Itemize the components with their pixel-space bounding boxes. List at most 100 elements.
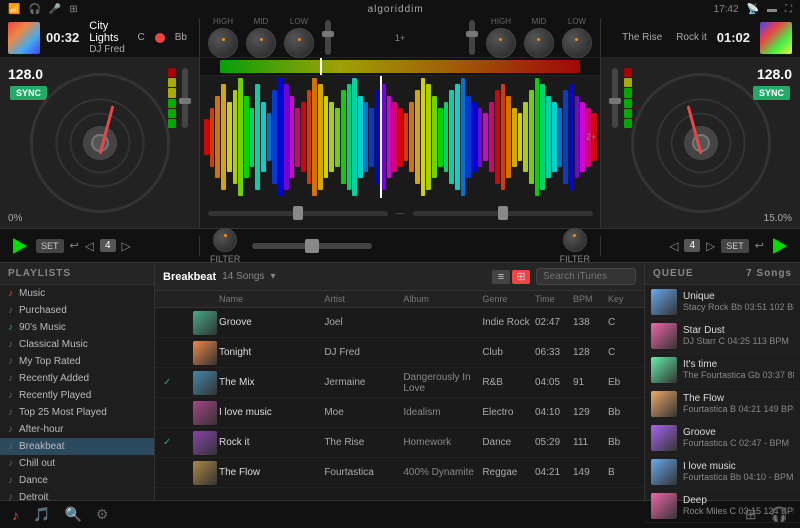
waveform-main[interactable]: // Generate waveform bars inline - will … [200,76,600,198]
tracklist-dropdown[interactable]: ▾ [270,271,275,282]
eq-mid-knob-left[interactable] [246,28,276,58]
eq-high-knob-right[interactable] [486,28,516,58]
queue-track-meta: Fourtastica C 02:47 - BPM [683,438,794,448]
crossfader[interactable] [252,243,372,249]
loop-num-left[interactable]: 4 [100,239,116,252]
track-key: Eb [608,377,636,388]
track-title: The Flow [219,467,324,478]
waveform-bar [307,90,312,184]
sidebar-item-breakbeat[interactable]: ♪ Breakbeat [0,438,154,455]
waveform-bar [352,78,357,196]
sidebar-item-recently-added[interactable]: ♪ Recently Added [0,370,154,387]
track-genre: Electro [482,407,535,418]
gain-slider-left[interactable] [182,68,188,128]
track-artist: Moe [324,407,403,418]
table-row[interactable]: ✓ The Mix Jermaine Dangerously In Love R… [155,368,644,398]
table-row[interactable]: Tonight DJ Fred Club 06:33 128 C [155,338,644,368]
pitch-slider-left[interactable] [208,211,388,216]
view-btn-grid[interactable]: ⊞ [512,270,530,284]
col-header-genre: Genre [482,294,535,304]
prev-button-right[interactable]: ◁ [669,239,678,253]
playlist-icon: ♪ [8,407,13,418]
play-button-right[interactable] [770,236,790,256]
sync-right-button[interactable]: SYNC [753,86,790,100]
filter-knob-left[interactable] [213,228,237,252]
rewind-icon-left[interactable]: ↩ [70,239,79,252]
eq-low-label-right: LOW [568,17,586,26]
sidebar-item-top-25-most-played[interactable]: ♪ Top 25 Most Played [0,404,154,421]
playlist-icon: ♪ [8,322,13,333]
playlist-icon: ♪ [8,305,13,316]
track-key: C [608,347,636,358]
queue-track-info: Unique Stacy Rock Bb 03:51 102 BPM [683,291,794,312]
sidebar-item-classical-music[interactable]: ♪ Classical Music [0,336,154,353]
table-row[interactable]: I love music Moe Idealism Electro 04:10 … [155,398,644,428]
toolbar-settings-icon[interactable]: ⚙ [96,506,109,523]
set-badge-left[interactable]: SET [36,239,64,253]
track-art-cell [193,401,219,425]
next-button-right[interactable]: ▷ [706,239,715,253]
waveform-bar [387,96,392,179]
track-album: 400% Dynamite [403,467,482,478]
volume-slider-right[interactable] [469,20,475,55]
bpm-left: 128.0 [8,66,43,82]
vu-meter-left [168,68,176,128]
pitch-slider-right[interactable] [413,211,593,216]
volume-slider-left[interactable] [325,20,331,55]
sidebar-item-purchased[interactable]: ♪ Purchased [0,302,154,319]
waveform-bar [233,90,238,184]
table-row[interactable]: The Flow Fourtastica 400% Dynamite Regga… [155,458,644,488]
eq-mid-knob-right[interactable] [524,28,554,58]
sidebar-item-music[interactable]: ♪ Music [0,285,154,302]
playlist-icon: ♪ [8,458,13,469]
list-item[interactable]: I love music Fourtastica Bb 04:10 - BPM [645,455,800,489]
sidebar-item-after-hour[interactable]: ♪ After-hour [0,421,154,438]
waveform-bar [495,90,500,184]
sync-left-button[interactable]: SYNC [10,86,47,100]
view-btn-list[interactable]: ≡ [492,270,510,284]
toolbar-grid-icon[interactable]: ⊞ [745,506,757,523]
sidebar-item-my-top-rated[interactable]: ♪ My Top Rated [0,353,154,370]
next-button-left[interactable]: ▷ [122,239,131,253]
apps-icon: ⊞ [69,4,77,15]
playlist-label: Breakbeat [19,441,65,452]
pitch-thumb-left [293,206,303,220]
list-item[interactable]: Star Dust DJ Starr C 04:25 113 BPM [645,319,800,353]
eq-high-knob-left[interactable] [208,28,238,58]
sidebar-item-chill-out[interactable]: ♪ Chill out [0,455,154,472]
eq-low-knob-left[interactable] [284,28,314,58]
sidebar-item-dance[interactable]: ♪ Dance [0,472,154,489]
playlist-icon: ♪ [8,339,13,350]
queue-panel: QUEUE 7 Songs Unique Stacy Rock Bb 03:51… [645,263,800,500]
waveform-bar [312,78,317,196]
sidebar-item-90's-music[interactable]: ♪ 90's Music [0,319,154,336]
turntable-right[interactable] [631,73,771,213]
play-button-left[interactable] [10,236,30,256]
prev-button-left[interactable]: ◁ [85,239,94,253]
toolbar-music-icon[interactable]: ♪ [12,507,19,523]
loop-num-right[interactable]: 4 [684,239,700,252]
waveform-playhead-overview [320,58,322,75]
list-item[interactable]: The Flow Fourtastica B 04:21 149 BPM [645,387,800,421]
search-input[interactable] [536,268,636,285]
rewind-icon-right[interactable]: ↩ [755,239,764,252]
set-badge-right[interactable]: SET [721,239,749,253]
album-art-right [760,22,792,54]
toolbar-search-icon[interactable]: 🔍 [64,506,81,523]
eq-low-knob-right[interactable] [562,28,592,58]
waveform-overview[interactable] [200,58,600,76]
toolbar-library-icon[interactable]: 🎵 [33,506,50,523]
table-row[interactable]: Groove Joel Indie Rock 02:47 138 C [155,308,644,338]
table-row[interactable]: ✓ Rock it The Rise Homework Dance 05:29 … [155,428,644,458]
waveform-bar [290,96,295,179]
gain-slider-right[interactable] [612,68,618,128]
list-item[interactable]: Unique Stacy Rock Bb 03:51 102 BPM [645,285,800,319]
filter-knob-right[interactable] [563,228,587,252]
list-item[interactable]: Groove Fourtastica C 02:47 - BPM [645,421,800,455]
track-album: Idealism [403,407,482,418]
toolbar-headphone-icon[interactable]: 🎧 [771,506,788,523]
list-item[interactable]: It's time The Fourtastica Gb 03:37 88 BP… [645,353,800,387]
sidebar-item-recently-played[interactable]: ♪ Recently Played [0,387,154,404]
turntable-left[interactable] [30,73,170,213]
sidebar-item-detroit[interactable]: ♪ Detroit [0,489,154,500]
